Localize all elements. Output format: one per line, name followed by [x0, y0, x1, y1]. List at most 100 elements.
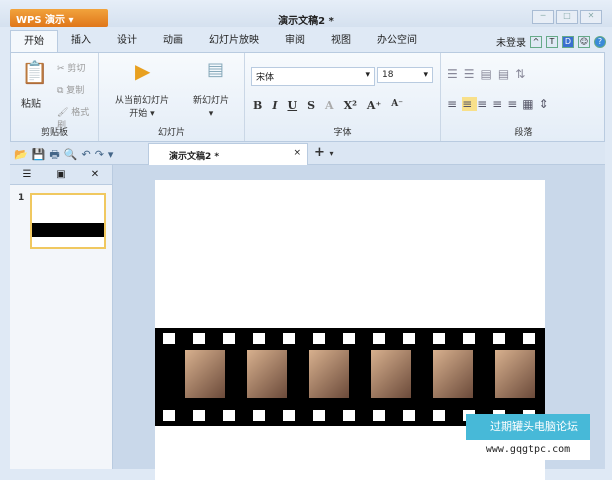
film-strip-image [155, 328, 545, 426]
watermark-name: 过期罐头电脑论坛 [466, 414, 590, 440]
user-icon[interactable]: ☺ [578, 35, 590, 48]
film-hole [373, 333, 385, 344]
tab-animation[interactable]: 动画 [150, 30, 196, 52]
paragraph-group: ☰☰▤▤⇅ ≡≡≡≡≡▦⇕ 段落 [441, 53, 606, 141]
film-thumbnail [32, 223, 104, 237]
new-slide-icon: ▤ [207, 59, 225, 80]
shadow-button[interactable]: S [307, 99, 315, 112]
slides-tab-icon[interactable]: ▣ [44, 165, 78, 184]
new-tab-label: + [314, 145, 325, 160]
film-hole [403, 410, 415, 421]
close-tab-icon[interactable]: × [293, 148, 301, 158]
collapse-ribbon-icon[interactable]: ^ [530, 35, 542, 48]
from-current-label: 从当前幻灯片 [115, 96, 170, 106]
film-hole [343, 410, 355, 421]
font-name-select[interactable]: 宋体 ▾ [251, 67, 375, 86]
font-group-label: 字体 [333, 128, 352, 138]
slides-group: ▶ 从当前幻灯片 开始 ▾ ▤ 新幻灯片 ▾ 幻灯片 [99, 53, 245, 141]
outline-tab-icon[interactable]: ☰ [10, 165, 44, 184]
superscript-icon[interactable]: X² [344, 99, 357, 112]
new-slide-label: 新幻灯片 [193, 96, 230, 106]
film-hole [463, 333, 475, 344]
underline-button[interactable]: U [287, 99, 297, 112]
skin-icon[interactable]: T [546, 35, 558, 48]
ribbon: 📋 粘贴 ✂ 剪切 ⧉ 复制 🖌 格式刷 剪贴板 ▶ 从当前幻灯片 开始 ▾ ▤ … [10, 52, 605, 142]
film-hole [223, 333, 235, 344]
help-icon[interactable]: ? [594, 35, 606, 48]
tab-home[interactable]: 开始 [10, 30, 58, 52]
alignment-icons[interactable]: ≡≡≡≡≡▦⇕ [447, 97, 554, 111]
film-hole [163, 410, 175, 421]
paragraph-group-label: 段落 [514, 128, 533, 138]
film-hole [523, 333, 535, 344]
minimize-button[interactable]: ─ [532, 10, 554, 24]
tab-office-space[interactable]: 办公空间 [364, 30, 430, 52]
film-photo [309, 350, 349, 398]
play-from-current-button[interactable]: 从当前幻灯片 开始 ▾ [115, 95, 169, 121]
new-slide-button[interactable]: 新幻灯片 ▾ [193, 95, 229, 121]
font-size-value: 18 [382, 70, 394, 80]
tab-insert[interactable]: 插入 [58, 30, 104, 52]
film-hole [373, 410, 385, 421]
film-hole [223, 410, 235, 421]
maximize-button[interactable]: □ [556, 10, 578, 24]
align-left-icon[interactable]: ≡ [462, 97, 478, 111]
tab-review[interactable]: 审阅 [272, 30, 318, 52]
film-hole [343, 333, 355, 344]
film-hole [283, 333, 295, 344]
tab-design[interactable]: 设计 [104, 30, 150, 52]
film-photo [247, 350, 287, 398]
close-panel-icon[interactable]: ✕ [78, 165, 112, 184]
cut-label: 剪切 [67, 64, 86, 74]
film-hole [193, 410, 205, 421]
slide-thumbnail[interactable] [30, 193, 106, 249]
film-photo [185, 350, 225, 398]
film-hole [253, 410, 265, 421]
document-tab-bar: 📂💾🖶🔍↶↷▾ 演示文稿2 * × + ▾ [10, 142, 605, 165]
title-bar: WPS 演示 ▾ 演示文稿2 * ─ □ ✕ [0, 0, 612, 27]
tab-view[interactable]: 视图 [318, 30, 364, 52]
list-indent-icons[interactable]: ☰☰▤▤⇅ [447, 67, 531, 81]
film-hole [403, 333, 415, 344]
watermark-url: www.gqgtpc.com [466, 440, 590, 460]
film-hole [433, 333, 445, 344]
login-status[interactable]: 未登录 [496, 34, 526, 49]
film-hole [253, 333, 265, 344]
film-hole [193, 333, 205, 344]
clipboard-group: 📋 粘贴 ✂ 剪切 ⧉ 复制 🖌 格式刷 剪贴板 [11, 53, 99, 141]
font-group: 宋体 ▾ 18 ▾ B I U S A X² A⁺ A⁻ 字体 [245, 53, 441, 141]
document-tab-title: 演示文稿2 * [169, 152, 220, 162]
font-name-value: 宋体 [256, 73, 275, 83]
close-button[interactable]: ✕ [580, 10, 602, 24]
film-hole [283, 410, 295, 421]
ribbon-tabs: 开始 插入 设计 动画 幻灯片放映 审阅 视图 办公空间 未登录 ^ T D ☺… [10, 30, 610, 52]
tab-slideshow[interactable]: 幻灯片放映 [196, 30, 272, 52]
paste-button[interactable]: 粘贴 [21, 95, 41, 110]
watermark: 过期罐头电脑论坛 www.gqgtpc.com [466, 414, 590, 462]
bold-button[interactable]: B [253, 99, 262, 112]
window-title: 演示文稿2 * [278, 16, 334, 27]
from-current-label-2: 开始 [129, 109, 148, 119]
shrink-font-icon[interactable]: A⁻ [391, 99, 403, 112]
film-hole [493, 333, 505, 344]
font-format-buttons: B I U S A X² A⁺ A⁻ [253, 99, 403, 112]
quick-access-toolbar[interactable]: 📂💾🖶🔍↶↷▾ [14, 146, 117, 165]
film-photo [433, 350, 473, 398]
font-color-icon[interactable]: A [325, 99, 334, 112]
slide-panel: ☰ ▣ ✕ 1 [10, 165, 113, 469]
copy-button[interactable]: ⧉ 复制 [57, 83, 84, 96]
paste-icon: 📋 [21, 61, 49, 86]
d-icon[interactable]: D [562, 35, 574, 48]
slides-group-label: 幻灯片 [157, 128, 185, 138]
font-size-select[interactable]: 18 ▾ [377, 67, 433, 83]
film-hole [163, 333, 175, 344]
play-from-current-icon: ▶ [135, 59, 151, 83]
document-tab[interactable]: 演示文稿2 * × [148, 143, 308, 165]
italic-button[interactable]: I [272, 99, 277, 112]
film-hole [433, 410, 445, 421]
film-photo [371, 350, 411, 398]
film-hole [313, 333, 325, 344]
grow-font-icon[interactable]: A⁺ [367, 99, 381, 112]
new-tab-button[interactable]: + ▾ [314, 145, 333, 160]
cut-button[interactable]: ✂ 剪切 [57, 61, 85, 74]
